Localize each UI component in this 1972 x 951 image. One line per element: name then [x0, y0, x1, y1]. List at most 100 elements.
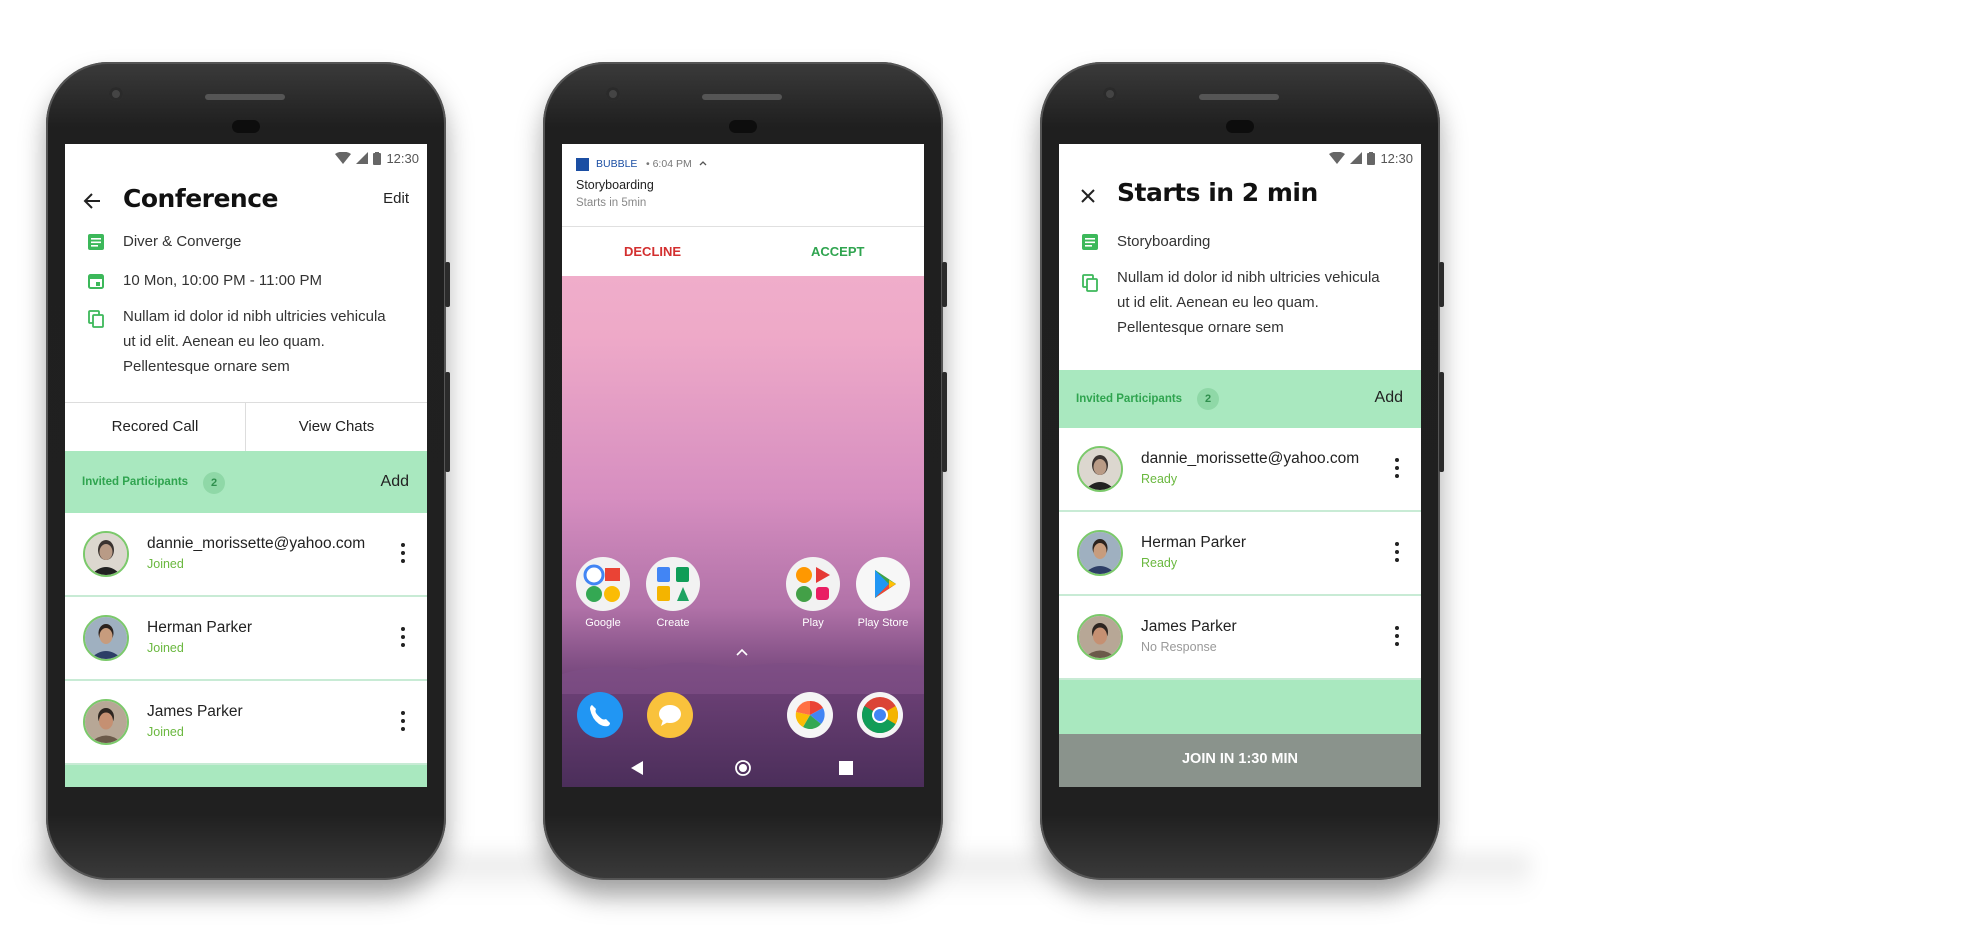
description-line: Pellentesque ornare sem — [123, 358, 290, 375]
meeting-name: Storyboarding — [1117, 233, 1211, 250]
notes-icon — [1082, 234, 1098, 250]
participant-name: Herman Parker — [147, 619, 253, 636]
notification-card[interactable]: BUBBLE • 6:04 PM Storyboarding Starts in… — [562, 144, 924, 276]
participant-row[interactable]: James Parker No Response — [1059, 596, 1421, 680]
avatar — [83, 531, 129, 577]
participants-header: Invited Participants 2 Add — [65, 451, 427, 513]
decline-button[interactable]: DECLINE — [624, 244, 681, 259]
phone-starts-soon: 12:30 Starts in 2 min Storyboarding Null… — [1040, 62, 1444, 880]
wifi-icon — [1329, 152, 1346, 164]
notification-time: • 6:04 PM — [646, 158, 692, 170]
earpiece-speaker — [205, 94, 285, 100]
more-options-icon[interactable] — [401, 627, 405, 647]
participants-label: Invited Participants — [82, 476, 189, 488]
meeting-description: Nullam id dolor id nibh ultricies vehicu… — [1117, 265, 1380, 340]
proximity-sensor — [1226, 120, 1254, 133]
page-title: Starts in 2 min — [1117, 178, 1318, 207]
footer-band — [1059, 680, 1421, 734]
app-label: Play Store — [857, 617, 909, 629]
description-line: ut id elit. Aenean eu leo quam. — [123, 333, 325, 350]
google-folder-icon — [576, 557, 630, 611]
participant-row[interactable]: James Parker Joined — [65, 681, 427, 765]
description-line: Pellentesque ornare sem — [1117, 319, 1284, 336]
back-icon[interactable] — [630, 760, 644, 776]
front-camera — [606, 87, 620, 101]
add-participant-button[interactable]: Add — [1375, 389, 1403, 407]
participant-row[interactable]: Herman Parker Ready — [1059, 512, 1421, 596]
battery-icon — [373, 151, 382, 165]
wallpaper-mountains — [562, 662, 924, 694]
app-label: Play — [802, 617, 824, 629]
add-participant-button[interactable]: Add — [381, 473, 409, 491]
participant-name: James Parker — [1141, 618, 1237, 635]
participant-name: James Parker — [147, 703, 243, 720]
photos-icon[interactable] — [787, 692, 833, 738]
earpiece-speaker — [1199, 94, 1279, 100]
conference-description: Nullam id dolor id nibh ultricies vehicu… — [123, 304, 386, 379]
status-bar: 12:30 — [1329, 150, 1413, 166]
edit-button[interactable]: Edit — [383, 190, 409, 207]
volume-button — [1439, 262, 1444, 307]
signal-icon — [1350, 152, 1363, 164]
accept-button[interactable]: ACCEPT — [811, 244, 864, 259]
messages-icon[interactable] — [647, 692, 693, 738]
participant-name: dannie_morissette@yahoo.com — [147, 535, 366, 552]
participant-row[interactable]: dannie_morissette@yahoo.com Ready — [1059, 428, 1421, 512]
copy-icon — [88, 310, 104, 328]
app-google-folder[interactable]: Google — [575, 557, 631, 629]
status-time: 12:30 — [1380, 150, 1413, 166]
app-drawer-chevron-icon[interactable] — [735, 648, 749, 657]
record-call-button[interactable]: Recored Call — [65, 403, 246, 451]
play-folder-icon — [786, 557, 840, 611]
front-camera — [1103, 87, 1117, 101]
app-play-folder[interactable]: Play — [785, 557, 841, 629]
app-create-folder[interactable]: Create — [645, 557, 701, 629]
footer-band — [65, 765, 427, 787]
more-options-icon[interactable] — [401, 711, 405, 731]
back-arrow-icon[interactable] — [83, 192, 101, 210]
phone-icon[interactable] — [577, 692, 623, 738]
avatar — [1077, 614, 1123, 660]
join-button[interactable]: JOIN IN 1:30 MIN — [1059, 734, 1421, 787]
app-play-store[interactable]: Play Store — [855, 557, 911, 629]
participant-row[interactable]: dannie_morissette@yahoo.com Joined — [65, 513, 427, 597]
chevron-up-icon[interactable] — [699, 160, 707, 166]
participants-header: Invited Participants 2 Add — [1059, 370, 1421, 428]
signal-icon — [356, 152, 369, 164]
calendar-icon — [88, 274, 104, 289]
participant-status: Ready — [1141, 556, 1178, 570]
more-options-icon[interactable] — [1395, 626, 1399, 646]
power-button — [445, 372, 450, 472]
view-chats-button[interactable]: View Chats — [246, 403, 427, 451]
description-line: Nullam id dolor id nibh ultricies vehicu… — [123, 308, 386, 325]
phone-notification: BUBBLE • 6:04 PM Storyboarding Starts in… — [543, 62, 947, 880]
notification-title: Storyboarding — [576, 178, 654, 192]
notification-app-name: BUBBLE — [596, 158, 638, 170]
conference-name: Diver & Converge — [123, 233, 242, 250]
conference-datetime: 10 Mon, 10:00 PM - 11:00 PM — [123, 272, 322, 289]
chrome-icon[interactable] — [857, 692, 903, 738]
more-options-icon[interactable] — [1395, 542, 1399, 562]
phone-conference: 12:30 Conference Edit Diver & Converge 1… — [46, 62, 450, 880]
recents-icon[interactable] — [839, 761, 853, 775]
avatar — [1077, 446, 1123, 492]
participant-row[interactable]: Herman Parker Joined — [65, 597, 427, 681]
front-camera — [109, 87, 123, 101]
participant-status: Joined — [147, 557, 184, 571]
close-icon[interactable] — [1080, 188, 1096, 204]
screen-home-notification: BUBBLE • 6:04 PM Storyboarding Starts in… — [562, 144, 924, 787]
more-options-icon[interactable] — [1395, 458, 1399, 478]
wifi-icon — [335, 152, 352, 164]
proximity-sensor — [729, 120, 757, 133]
proximity-sensor — [232, 120, 260, 133]
earpiece-speaker — [702, 94, 782, 100]
home-icon[interactable] — [735, 760, 751, 776]
avatar — [83, 699, 129, 745]
participant-name: Herman Parker — [1141, 534, 1247, 551]
more-options-icon[interactable] — [401, 543, 405, 563]
participant-status: Joined — [147, 725, 184, 739]
screen-conference: 12:30 Conference Edit Diver & Converge 1… — [65, 144, 427, 787]
participants-count-badge: 2 — [1197, 388, 1219, 410]
battery-icon — [1367, 151, 1376, 165]
description-line: ut id elit. Aenean eu leo quam. — [1117, 294, 1319, 311]
